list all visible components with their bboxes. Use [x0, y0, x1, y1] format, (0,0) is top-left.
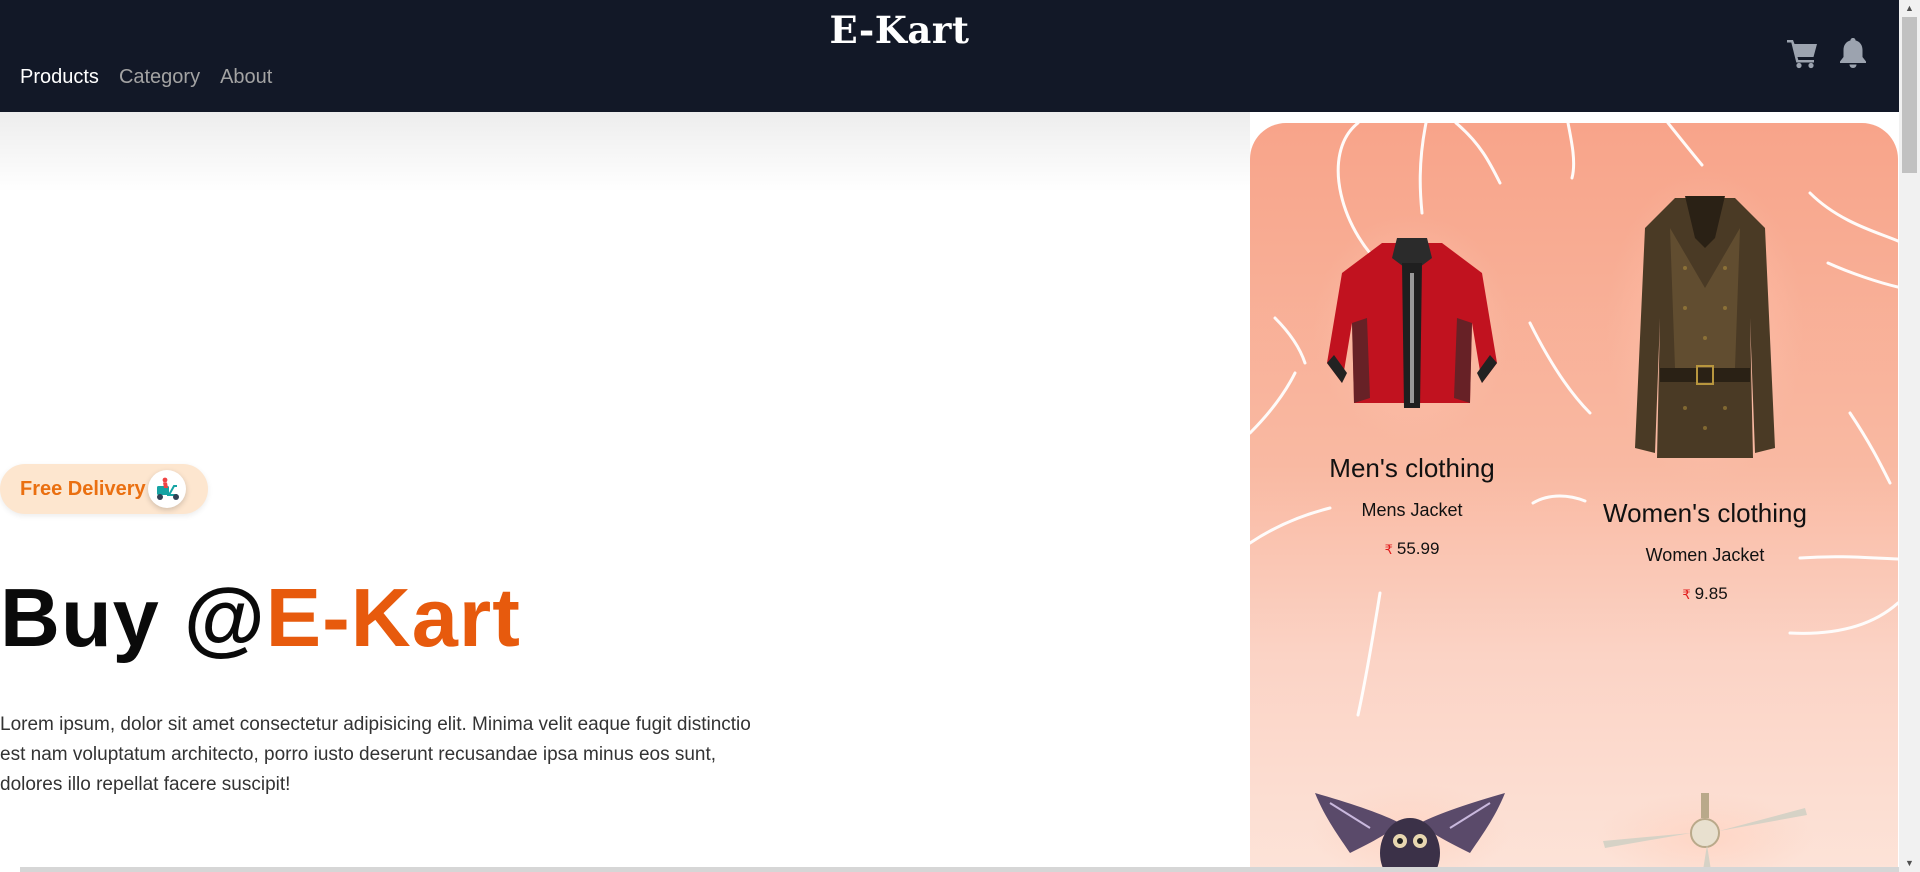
brand-logo[interactable]: E-Kart — [0, 8, 1799, 52]
scroll-down-icon[interactable]: ▼ — [1899, 855, 1920, 872]
product-card[interactable] — [1595, 793, 1815, 872]
scrollbar-thumb[interactable] — [1902, 17, 1917, 173]
rupee-icon: ₹ — [1682, 587, 1691, 602]
product-category: Men's clothing — [1329, 453, 1495, 483]
free-delivery-badge: Free Delivery — [0, 464, 208, 514]
nav-products[interactable]: Products — [20, 66, 99, 89]
header-shadow — [0, 112, 1250, 192]
main-nav: Products Category About — [20, 66, 272, 89]
nav-category[interactable]: Category — [119, 66, 200, 89]
rupee-icon: ₹ — [1384, 542, 1393, 557]
product-price-value: 55.99 — [1396, 539, 1440, 558]
delivery-scooter-icon — [148, 470, 186, 508]
scroll-up-icon[interactable]: ▲ — [1899, 0, 1920, 17]
brown-leather-jacket-image — [1605, 168, 1805, 488]
top-navbar: E-Kart Products Category About — [0, 0, 1899, 112]
featured-products-panel: Men's clothing Mens Jacket ₹55.99 Women'… — [1250, 123, 1898, 872]
hero-headline: Buy @E-Kart — [0, 568, 521, 668]
product-name: Women Jacket — [1645, 545, 1765, 565]
hero-description: Lorem ipsum, dolor sit amet consectetur … — [0, 714, 751, 795]
product-price: ₹9.85 — [1580, 584, 1830, 604]
ceiling-fan-image — [1595, 793, 1815, 872]
owl-artwork-image — [1310, 783, 1510, 872]
product-category: Women's clothing — [1603, 498, 1807, 528]
bell-icon[interactable] — [1836, 36, 1870, 70]
product-card[interactable]: Women's clothing Women Jacket ₹9.85 — [1580, 168, 1830, 604]
product-price: ₹55.99 — [1292, 539, 1532, 559]
vertical-scrollbar[interactable]: ▲ ▼ — [1899, 0, 1920, 872]
product-card[interactable] — [1310, 783, 1510, 872]
headline-brand-accent: E-Kart — [265, 571, 521, 664]
headline-prefix: Buy @ — [0, 571, 266, 664]
cart-icon[interactable] — [1786, 36, 1820, 70]
product-card[interactable]: Men's clothing Mens Jacket ₹55.99 — [1292, 213, 1532, 559]
red-jacket-image — [1312, 213, 1512, 443]
horizontal-scrollbar[interactable] — [20, 867, 1899, 872]
product-name: Mens Jacket — [1361, 500, 1463, 520]
free-delivery-label: Free Delivery — [20, 477, 146, 500]
product-price-value: 9.85 — [1694, 584, 1728, 603]
nav-about[interactable]: About — [220, 66, 272, 89]
